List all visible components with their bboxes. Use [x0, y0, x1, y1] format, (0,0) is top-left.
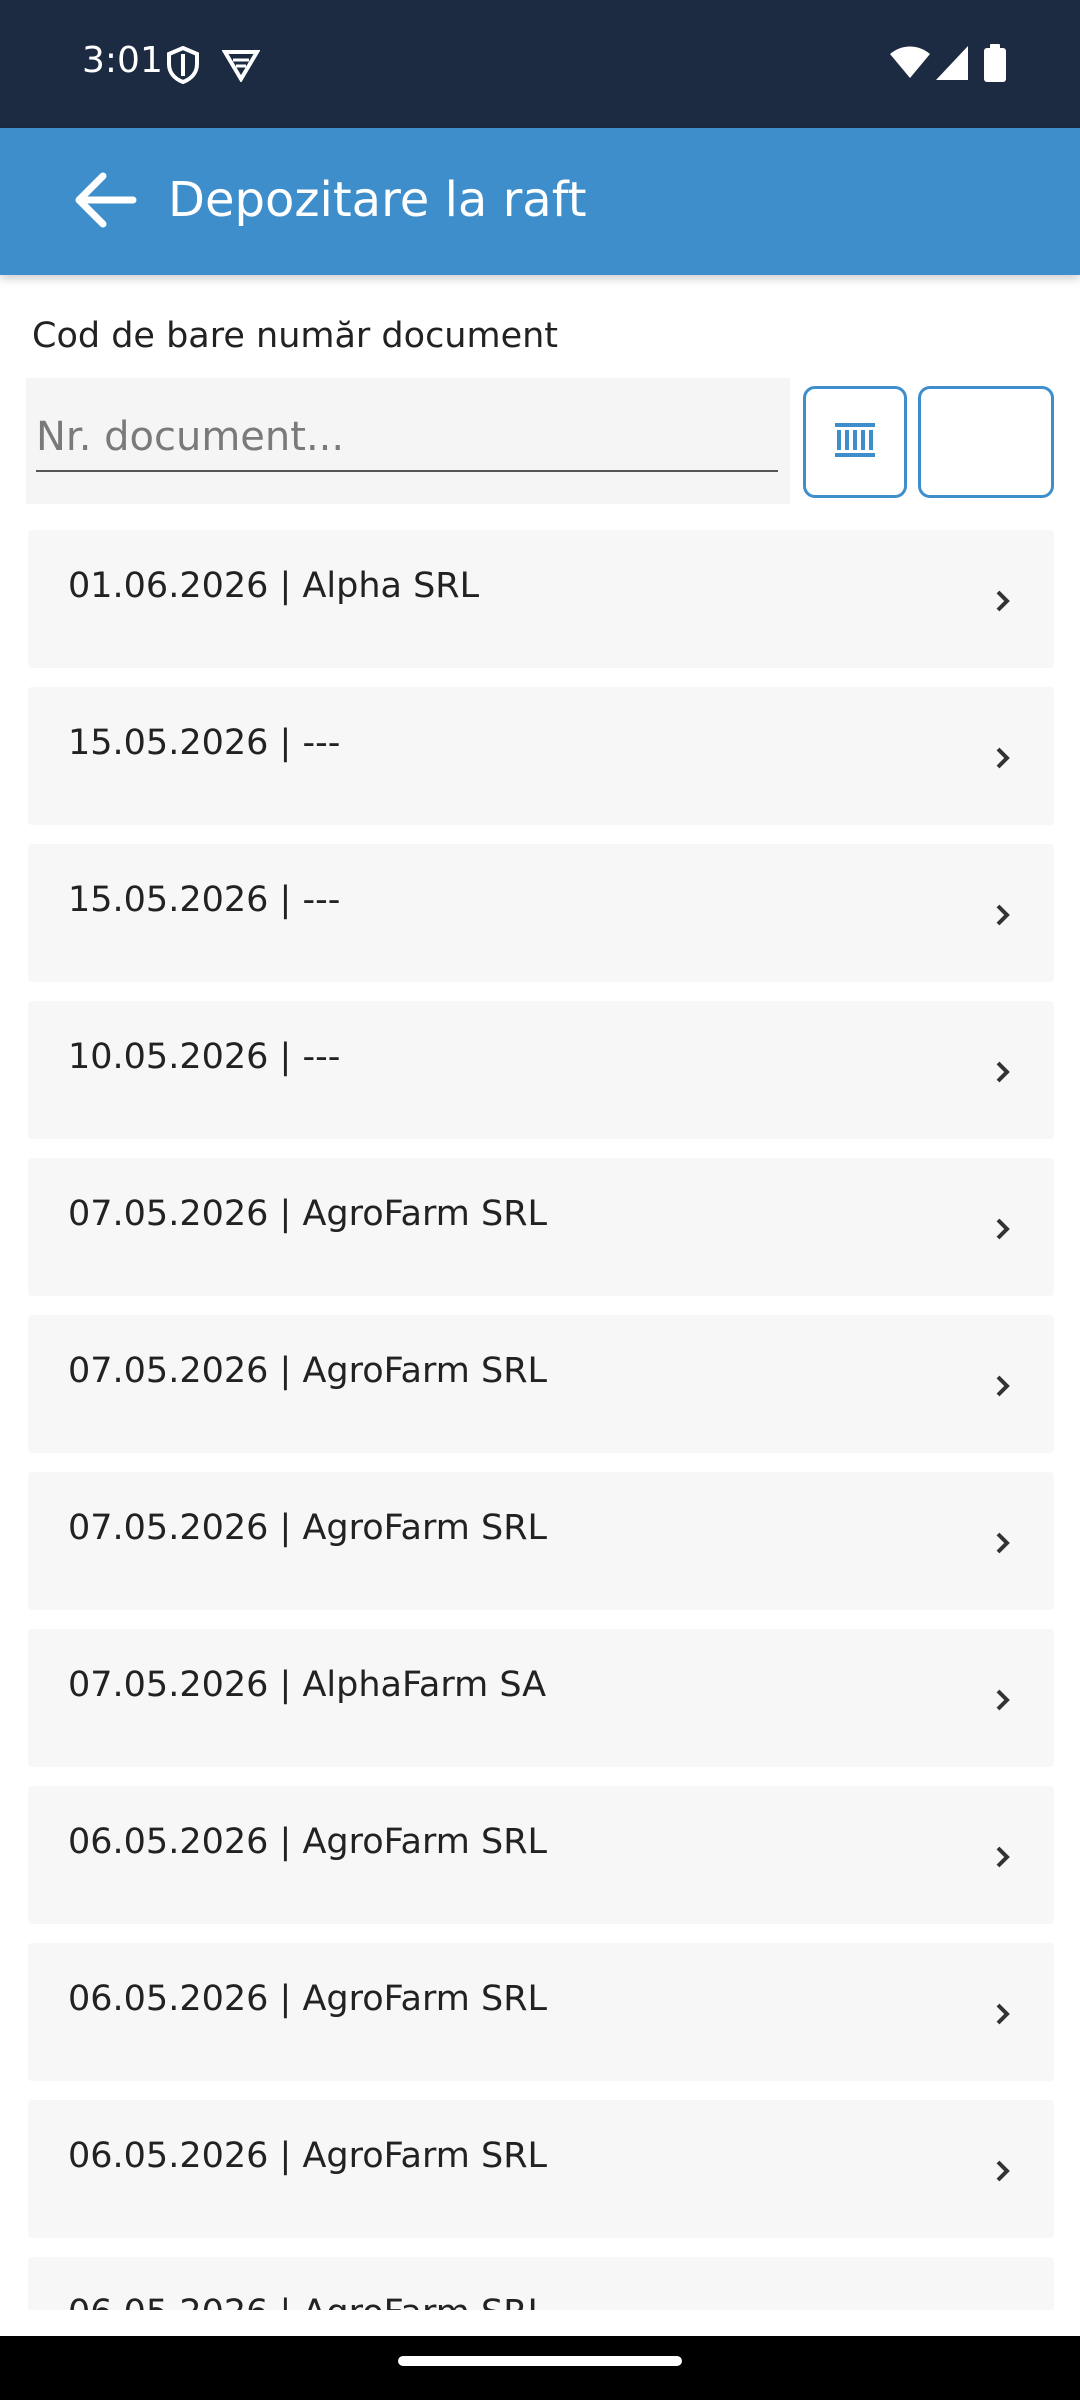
barcode-icon: [835, 422, 875, 462]
document-item-label: 06.05.2026 | AgroFarm SRL: [68, 1979, 548, 2019]
document-list-item[interactable]: 01.06.2026 | Alpha SRL: [28, 530, 1054, 668]
document-item-label: 07.05.2026 | AgroFarm SRL: [68, 1508, 548, 1548]
chevron-right-icon: [988, 1528, 1018, 1558]
document-input-container: [26, 378, 790, 504]
document-item-label: 06.05.2026 | AgroFarm SRL: [68, 2136, 548, 2176]
document-item-label: 01.06.2026 | Alpha SRL: [68, 566, 480, 606]
signal-icon: [936, 46, 968, 85]
arrow-left-icon: [71, 170, 137, 235]
document-number-input[interactable]: [36, 404, 778, 472]
chevron-right-icon: [988, 1371, 1018, 1401]
shield-icon: [166, 45, 200, 89]
chevron-right-icon: [988, 1685, 1018, 1715]
chevron-right-icon: [988, 1999, 1018, 2029]
system-nav-bar: [0, 2336, 1080, 2400]
status-time: 3:01: [82, 40, 163, 81]
document-item-label: 15.05.2026 | ---: [68, 880, 341, 920]
document-list-item[interactable]: 10.05.2026 | ---: [28, 1001, 1054, 1139]
document-barcode-label: Cod de bare număr document: [32, 316, 559, 356]
document-list-item[interactable]: 06.05.2026 | AgroFarm SRL: [28, 1786, 1054, 1924]
document-item-label: 07.05.2026 | AgroFarm SRL: [68, 1194, 548, 1234]
back-button[interactable]: [56, 158, 152, 246]
chevron-right-icon: [988, 743, 1018, 773]
app-bar: Depozitare la raft: [0, 128, 1080, 275]
document-list-item[interactable]: 06.05.2026 | AgroFarm SRL: [28, 2100, 1054, 2238]
wifi-icon: [890, 46, 930, 85]
home-gesture-handle[interactable]: [398, 2356, 682, 2366]
vpn-icon: [221, 48, 261, 87]
document-item-label: 10.05.2026 | ---: [68, 1037, 341, 1077]
document-list-item[interactable]: 07.05.2026 | AgroFarm SRL: [28, 1158, 1054, 1296]
document-list-item[interactable]: 07.05.2026 | AgroFarm SRL: [28, 1472, 1054, 1610]
battery-icon: [984, 44, 1006, 87]
chevron-right-icon: [988, 586, 1018, 616]
scan-barcode-button[interactable]: [803, 386, 907, 498]
chevron-right-icon: [988, 1214, 1018, 1244]
chevron-right-icon: [988, 1057, 1018, 1087]
chevron-right-icon: [988, 2156, 1018, 2186]
document-list: 01.06.2026 | Alpha SRL 15.05.2026 | --- …: [28, 530, 1054, 2310]
document-item-label: 15.05.2026 | ---: [68, 723, 341, 763]
document-list-item[interactable]: 06.05.2026 | AgroFarm SRL: [28, 1943, 1054, 2081]
status-bar: 3:01: [0, 0, 1080, 128]
document-list-item[interactable]: 07.05.2026 | AlphaFarm SA: [28, 1629, 1054, 1767]
document-item-label: 06.05.2026 | AgroFarm SRL: [68, 1822, 548, 1862]
document-list-item[interactable]: 15.05.2026 | ---: [28, 844, 1054, 982]
document-item-label: 07.05.2026 | AgroFarm SRL: [68, 1351, 548, 1391]
page-title: Depozitare la raft: [168, 172, 587, 228]
document-list-item[interactable]: 15.05.2026 | ---: [28, 687, 1054, 825]
chevron-right-icon: [988, 1842, 1018, 1872]
document-list-item[interactable]: 06.05.2026 | AgroFarm SRL: [28, 2257, 1054, 2310]
chevron-right-icon: [988, 900, 1018, 930]
document-item-label: 06.05.2026 | AgroFarm SRL: [68, 2293, 547, 2310]
secondary-action-button[interactable]: [918, 386, 1054, 498]
document-list-item[interactable]: 07.05.2026 | AgroFarm SRL: [28, 1315, 1054, 1453]
document-item-label: 07.05.2026 | AlphaFarm SA: [68, 1665, 547, 1705]
